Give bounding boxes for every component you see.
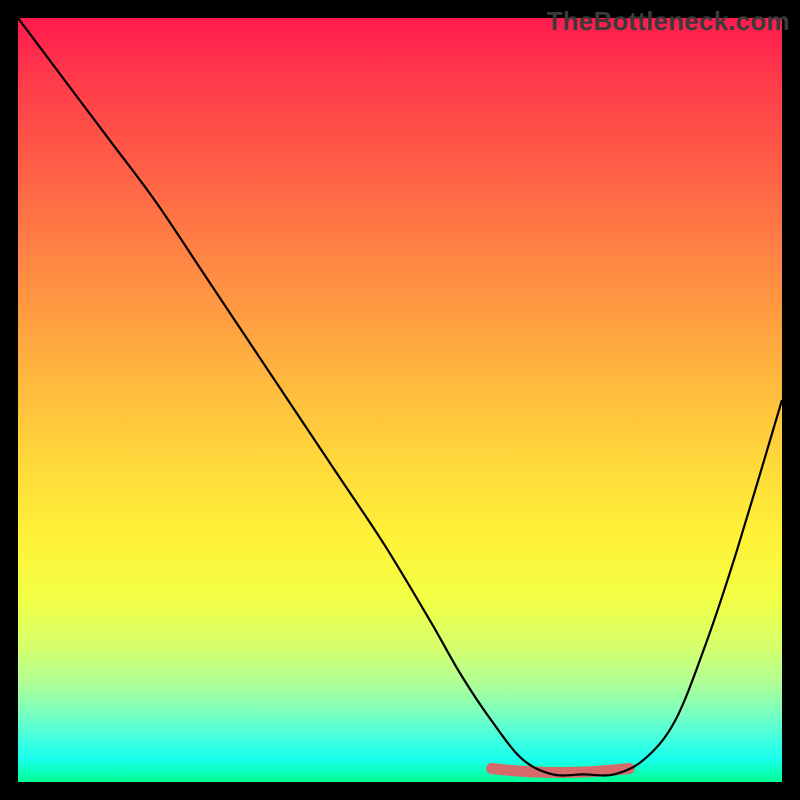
watermark-text: TheBottleneck.com bbox=[547, 6, 790, 37]
plot-area bbox=[18, 18, 782, 782]
plot-border bbox=[18, 18, 782, 782]
optimal-range-marker bbox=[486, 763, 635, 774]
chart-frame: TheBottleneck.com bbox=[0, 0, 800, 800]
bottleneck-curve bbox=[18, 18, 782, 776]
curve-layer bbox=[18, 18, 782, 782]
